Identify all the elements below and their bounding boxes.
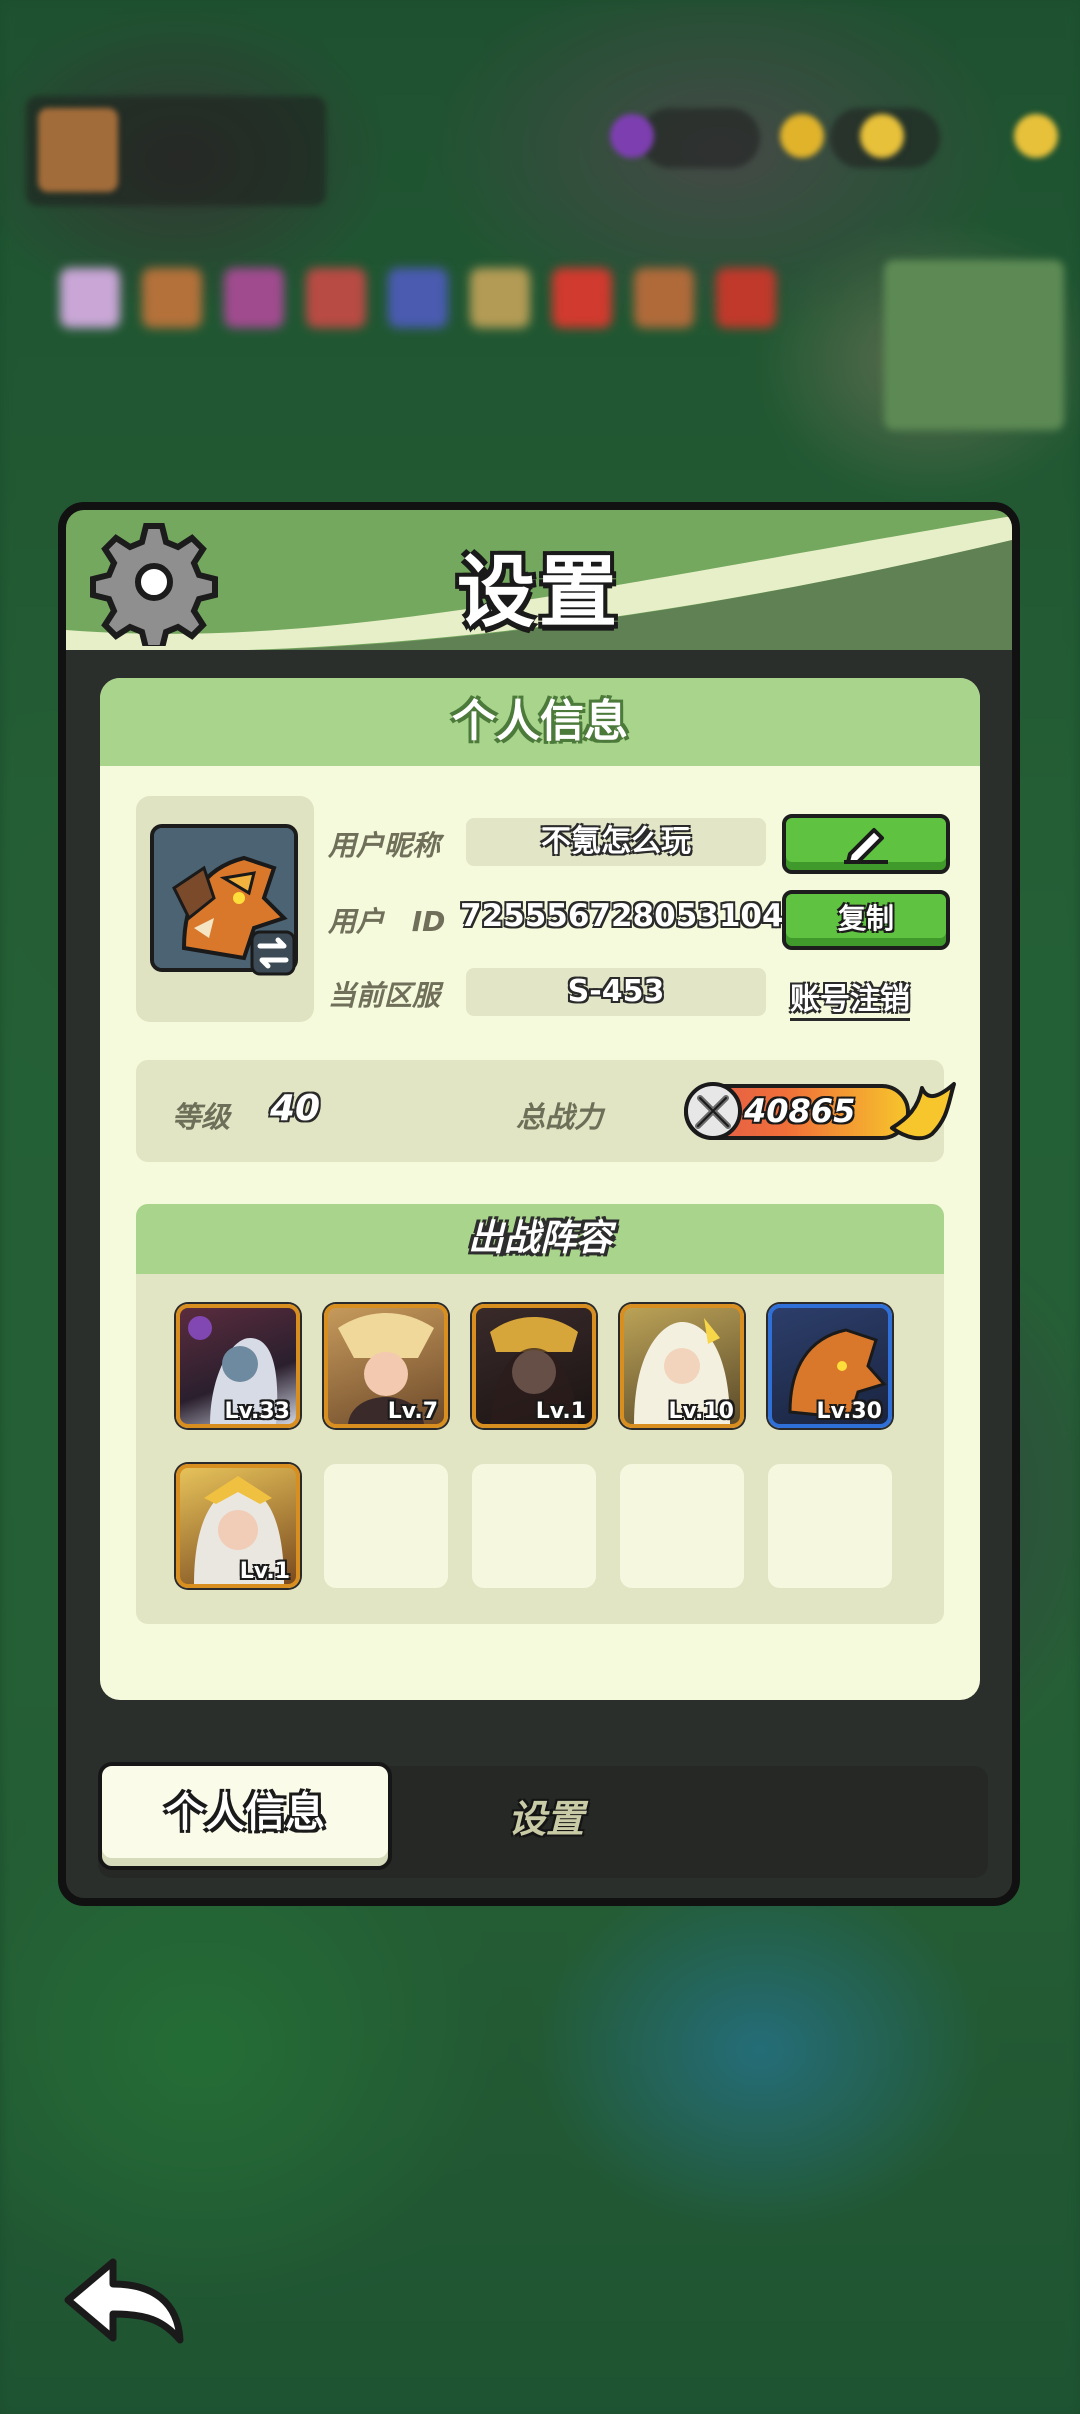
tab-settings[interactable]: 设置	[446, 1784, 646, 1854]
copy-uid-button[interactable]: 复制	[782, 890, 950, 950]
hero-level: Lv.1	[239, 1559, 290, 1584]
dialog-header: 设置	[66, 510, 1012, 650]
hero-slot[interactable]: Lv.10	[620, 1304, 744, 1428]
empty-hero-slot[interactable]	[324, 1464, 448, 1588]
hero-level: Lv.10	[668, 1399, 734, 1424]
stats-bar: 等级 40 总战力 40865	[136, 1060, 956, 1162]
server-label: 当前区服	[328, 979, 441, 1012]
dialog-title: 设置	[456, 548, 621, 638]
uid-label-suffix: ID	[411, 905, 446, 938]
back-arrow-icon[interactable]	[58, 2250, 188, 2350]
empty-hero-slot[interactable]	[620, 1464, 744, 1588]
level-value: 40	[270, 1088, 321, 1129]
level-label: 等级	[172, 1100, 231, 1134]
coin-icon	[780, 114, 824, 158]
swap-arrows-icon[interactable]	[250, 930, 296, 976]
empty-hero-slot[interactable]	[768, 1464, 892, 1588]
hero-level: Lv.1	[535, 1399, 586, 1424]
profile-panel: 个人信息 用户昵称 不氪怎么玩 用户 ID 7255567280531046 复…	[100, 678, 980, 1700]
profile-section-title: 个人信息	[100, 678, 980, 766]
gem-icon	[610, 114, 654, 158]
edit-nickname-button[interactable]	[782, 814, 950, 874]
flame-icon	[890, 1082, 956, 1141]
pencil-icon	[844, 828, 888, 864]
nickname-field: 不氪怎么玩	[466, 818, 766, 866]
empty-hero-slot[interactable]	[472, 1464, 596, 1588]
hero-slot[interactable]: Lv.7	[324, 1304, 448, 1428]
uid-value: 7255567280531046	[460, 898, 806, 934]
battle-lineup: 出战阵容 Lv.33 Lv.7 Lv.1 Lv.10 Lv.30 Lv.1	[136, 1204, 944, 1624]
crossed-swords-icon	[684, 1082, 742, 1140]
tab-profile[interactable]: 个人信息	[98, 1762, 392, 1870]
hero-slot[interactable]: Lv.33	[176, 1304, 300, 1428]
power-label: 总战力	[516, 1100, 604, 1134]
player-avatar-blurred	[38, 108, 118, 192]
uid-label-text: 用户	[328, 905, 385, 938]
hero-slot[interactable]: Lv.1	[472, 1304, 596, 1428]
hero-level: Lv.33	[224, 1399, 290, 1424]
hero-portraits-blurred	[60, 268, 780, 338]
avatar-container[interactable]	[136, 796, 314, 1022]
nickname-label: 用户昵称	[328, 829, 441, 862]
power-badge: 40865	[684, 1082, 910, 1140]
settings-dialog: 设置 个人信息 用户昵称 不氪怎么玩 用户 ID 725556728053104…	[58, 502, 1020, 1906]
hero-slot[interactable]: Lv.1	[176, 1464, 300, 1588]
server-field: S-453	[466, 968, 766, 1016]
resource-counter-blurred	[640, 108, 760, 168]
hero-level: Lv.30	[816, 1399, 882, 1424]
deregister-account-link[interactable]: 账号注销	[790, 974, 910, 1021]
coin-icon	[1014, 114, 1058, 158]
hero-slot[interactable]: Lv.30	[768, 1304, 892, 1428]
coin-icon	[860, 114, 904, 158]
minimap-blurred	[884, 260, 1064, 430]
uid-label: 用户 ID	[328, 900, 445, 940]
lineup-title: 出战阵容	[136, 1204, 944, 1274]
hero-level: Lv.7	[387, 1399, 438, 1424]
power-value: 40865	[744, 1092, 856, 1130]
